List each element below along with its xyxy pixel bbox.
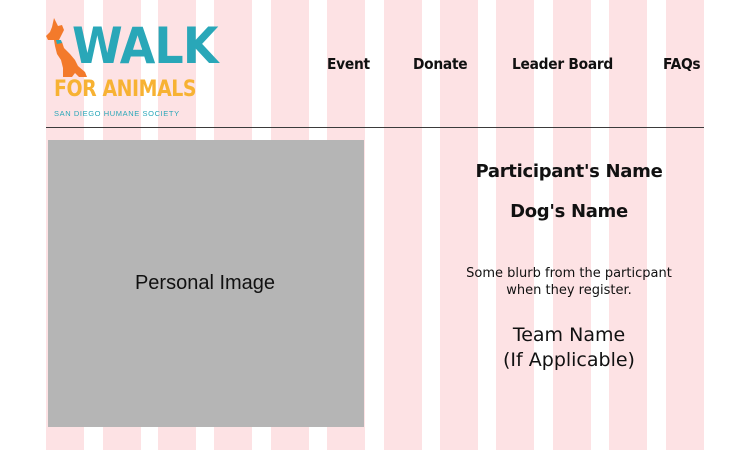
team-name-note: (If Applicable) (503, 349, 635, 371)
personal-image-label: Personal Image (134, 272, 276, 294)
team-name-line: Team Name (512, 324, 626, 346)
blurb-line: when they register. (506, 283, 632, 298)
personal-image-placeholder: Personal Image (48, 140, 364, 427)
participant-blurb: Some blurb from the particpant when they… (440, 265, 698, 299)
logo-tagline: FOR ANIMALS (54, 77, 197, 102)
blurb-line: Some blurb from the particpant (466, 266, 672, 281)
nav-faqs-link[interactable]: FAQs (663, 55, 701, 73)
participant-name: Participant's Name (475, 161, 663, 182)
main-nav: Event Donate Leader Board FAQs (0, 55, 750, 79)
logo-organization: SAN DIEGO HUMANE SOCIETY (54, 109, 180, 118)
nav-event-link[interactable]: Event (327, 55, 370, 73)
nav-leader-board-link[interactable]: Leader Board (512, 55, 613, 73)
header-divider (46, 127, 704, 128)
nav-donate-link[interactable]: Donate (413, 55, 468, 73)
team-name: Team Name (If Applicable) (440, 323, 698, 373)
dog-name: Dog's Name (510, 201, 628, 222)
